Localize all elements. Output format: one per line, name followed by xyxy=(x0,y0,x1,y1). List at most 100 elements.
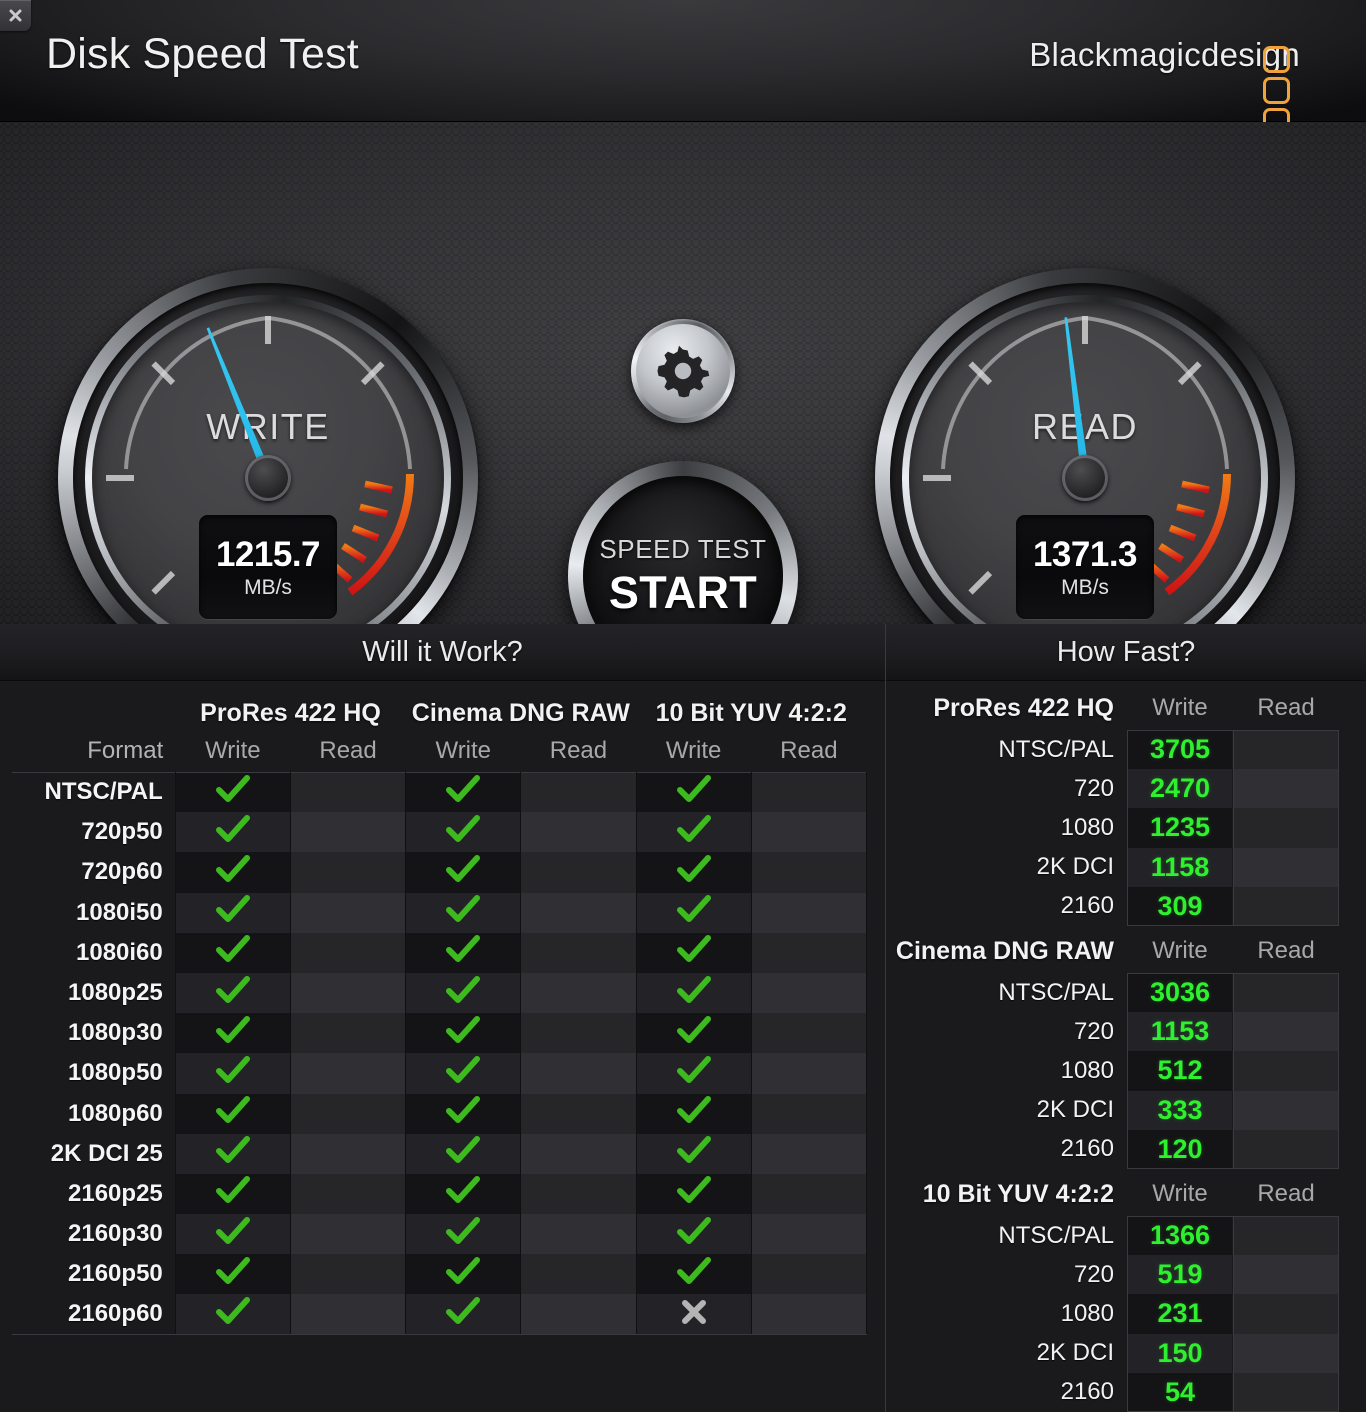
support-cell xyxy=(751,1053,866,1093)
close-icon xyxy=(8,8,23,23)
check-icon xyxy=(677,935,711,965)
check-icon xyxy=(677,1136,711,1166)
table-row: 2160p30 xyxy=(12,1214,867,1254)
check-icon xyxy=(216,1096,250,1126)
check-icon xyxy=(446,1257,480,1287)
support-cell xyxy=(406,893,521,933)
support-cell xyxy=(175,933,290,973)
speed-group-header: ProRes 422 HQWriteRead xyxy=(886,686,1366,730)
list-item: 2K DCI150 xyxy=(886,1334,1366,1373)
format-label: 720p60 xyxy=(12,852,175,892)
check-icon xyxy=(446,895,480,925)
speed-row-write-value: 54 xyxy=(1128,1373,1232,1412)
support-cell xyxy=(290,1053,405,1093)
check-icon xyxy=(216,1056,250,1086)
support-cell xyxy=(751,1294,866,1334)
support-cell xyxy=(290,973,405,1013)
speed-read-header: Read xyxy=(1234,1180,1338,1208)
speed-row-read-value xyxy=(1234,973,1338,1012)
read-gauge: READ 1371.3 MB/s xyxy=(875,268,1295,624)
support-cell xyxy=(290,772,405,812)
check-icon xyxy=(446,1136,480,1166)
support-cell xyxy=(751,933,866,973)
settings-button[interactable] xyxy=(631,319,735,423)
will-it-work-header: Will it Work? xyxy=(0,624,885,681)
support-cell xyxy=(406,1294,521,1334)
speed-group: Cinema DNG RAWWriteReadNTSC/PAL303672011… xyxy=(886,929,1366,1169)
speed-row-label: 2K DCI xyxy=(1037,1096,1114,1124)
speed-test-start-button[interactable]: SPEED TEST START xyxy=(568,461,798,624)
format-label: 2160p30 xyxy=(12,1214,175,1254)
speed-group-rows: NTSC/PAL3036720115310805122K DCI33321601… xyxy=(886,973,1366,1169)
speed-write-header: Write xyxy=(1128,937,1232,965)
speed-row-label: NTSC/PAL xyxy=(998,979,1114,1007)
check-icon xyxy=(677,1257,711,1287)
list-item: NTSC/PAL1366 xyxy=(886,1216,1366,1255)
check-icon xyxy=(677,976,711,1006)
table-row: 2160p60 xyxy=(12,1294,867,1334)
speed-row-read-value xyxy=(1234,1373,1338,1412)
table-row: 2160p25 xyxy=(12,1174,867,1214)
speed-row-label: 720 xyxy=(1074,775,1114,803)
speed-row-write-value: 1366 xyxy=(1128,1216,1232,1255)
spacer-cell xyxy=(12,686,175,730)
check-icon xyxy=(216,815,250,845)
support-cell xyxy=(290,1294,405,1334)
speed-row-read-value xyxy=(1234,808,1338,847)
speed-row-label: 2160 xyxy=(1061,892,1114,920)
page-title: Disk Speed Test xyxy=(46,30,359,79)
codec-group-yuv: 10 Bit YUV 4:2:2 xyxy=(636,686,866,730)
speed-write-header: Write xyxy=(1128,1180,1232,1208)
speed-group-title: ProRes 422 HQ xyxy=(933,694,1114,723)
check-icon xyxy=(446,815,480,845)
speed-group-title: 10 Bit YUV 4:2:2 xyxy=(923,1180,1114,1209)
support-cell xyxy=(751,1094,866,1134)
gauge-panel: WRITE 1215.7 MB/s xyxy=(0,122,1366,624)
format-column-header: Format xyxy=(12,730,175,772)
format-label: 2160p25 xyxy=(12,1174,175,1214)
speed-group: ProRes 422 HQWriteReadNTSC/PAL3705720247… xyxy=(886,686,1366,926)
support-cell xyxy=(521,933,636,973)
check-icon xyxy=(216,1257,250,1287)
speed-row-label: 2K DCI xyxy=(1037,1339,1114,1367)
check-icon xyxy=(216,895,250,925)
support-cell xyxy=(751,812,866,852)
support-cell xyxy=(636,1294,751,1334)
support-cell xyxy=(636,893,751,933)
support-cell xyxy=(751,893,866,933)
speed-row-read-value xyxy=(1234,1012,1338,1051)
speed-row-write-value: 1158 xyxy=(1128,848,1232,887)
write-gauge-label: WRITE xyxy=(92,406,444,448)
codec-group-prores: ProRes 422 HQ xyxy=(175,686,405,730)
speed-row-write-value: 309 xyxy=(1128,887,1232,926)
support-cell xyxy=(406,933,521,973)
write-needle-hub xyxy=(245,455,291,501)
start-button-top-label: SPEED TEST xyxy=(599,534,766,565)
table-row: 1080p25 xyxy=(12,973,867,1013)
support-cell xyxy=(290,1174,405,1214)
check-icon xyxy=(677,815,711,845)
check-icon xyxy=(677,855,711,885)
table-row: 1080i60 xyxy=(12,933,867,973)
prores-write-header: Write xyxy=(175,730,290,772)
read-unit: MB/s xyxy=(1061,576,1109,600)
yuv-write-header: Write xyxy=(636,730,751,772)
support-cell xyxy=(751,1134,866,1174)
support-cell xyxy=(175,1214,290,1254)
check-icon xyxy=(446,976,480,1006)
support-cell xyxy=(406,852,521,892)
close-button[interactable] xyxy=(0,0,31,31)
support-cell xyxy=(521,1174,636,1214)
check-icon xyxy=(216,855,250,885)
disk-speed-test-window: Disk Speed Test Blackmagicdesign xyxy=(0,0,1366,1412)
column-header-row: Format Write Read Write Read Write Read xyxy=(12,730,867,772)
check-icon xyxy=(216,1016,250,1046)
support-cell xyxy=(521,973,636,1013)
results-area: Will it Work? ProRes 422 HQ Cinema DNG R… xyxy=(0,624,1366,1412)
check-icon xyxy=(446,1056,480,1086)
list-item: 2K DCI1158 xyxy=(886,848,1366,887)
check-icon xyxy=(446,935,480,965)
cinemadng-write-header: Write xyxy=(406,730,521,772)
check-icon xyxy=(677,1217,711,1247)
check-icon xyxy=(677,1176,711,1206)
